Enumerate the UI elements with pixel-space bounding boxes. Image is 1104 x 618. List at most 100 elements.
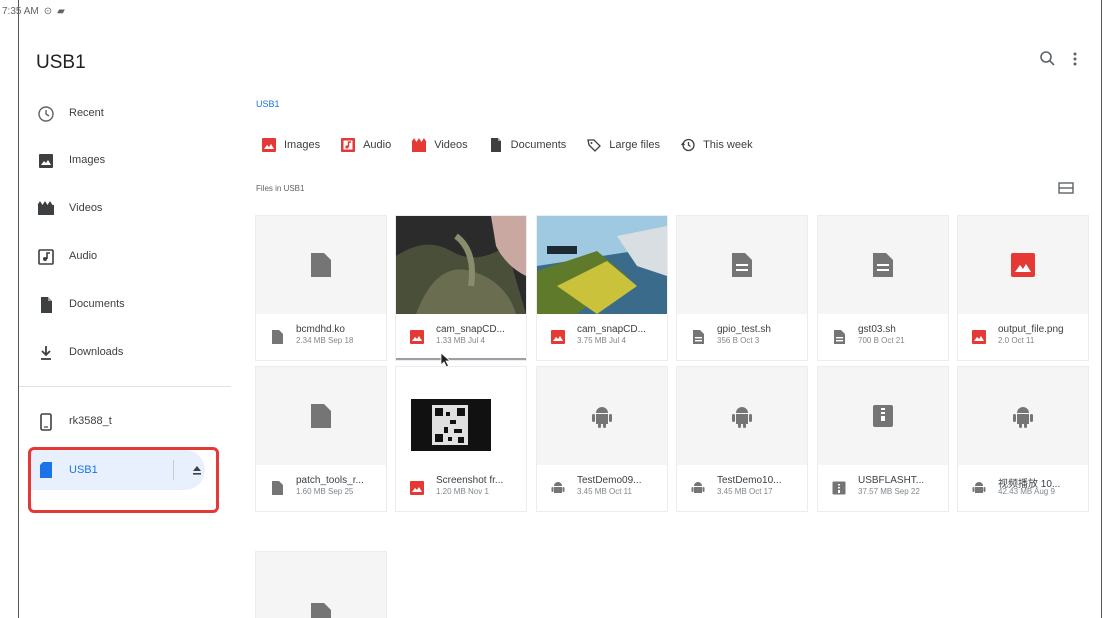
file-name: USBFLASHT... <box>858 475 925 486</box>
sidebar-item-recent[interactable]: Recent <box>19 98 231 130</box>
chip-label: Audio <box>363 139 392 151</box>
chip-label: Images <box>284 139 321 151</box>
image-icon <box>410 481 424 495</box>
chip-images[interactable]: Images <box>261 137 320 153</box>
file-meta: Screenshot fr... 1.20 MB Nov 1 <box>396 465 526 511</box>
android-icon <box>1013 407 1033 428</box>
status-time: 7:35 AM <box>2 5 39 17</box>
file-meta: patch_tools_r... 1.60 MB Sep 25 <box>256 465 386 511</box>
file-name: output_file.png <box>998 324 1064 335</box>
file-meta: 视频播放 10... 42.43 MB Aug 9 <box>958 465 1088 511</box>
image-icon <box>551 330 565 344</box>
file-meta: cam_snapCD... 3.75 MB Jul 4 <box>537 314 667 360</box>
breadcrumb[interactable]: USB1 <box>256 99 280 109</box>
file-name: TestDemo10... <box>717 475 782 486</box>
sidebar-item-label: Documents <box>69 298 125 310</box>
file-name: cam_snapCD... <box>577 324 646 335</box>
file-card[interactable]: patch_tools_r... 1.60 MB Sep 25 <box>255 366 387 512</box>
document-icon <box>490 138 501 152</box>
android-icon <box>691 482 705 493</box>
file-name: gpio_test.sh <box>717 324 771 335</box>
app-bar: USB1 <box>19 22 1101 92</box>
chip-audio[interactable]: Audio <box>340 137 391 153</box>
history-icon <box>681 138 695 152</box>
file-card[interactable]: cam_snapCD... 3.75 MB Jul 4 <box>536 215 668 361</box>
filter-chips: Images Audio Videos Documents Large file… <box>261 132 773 158</box>
file-info: 1.60 MB Sep 25 <box>296 487 354 496</box>
file-info: 2.0 Oct 11 <box>998 336 1035 345</box>
file-name: cam_snapCD... <box>436 324 505 335</box>
download-icon <box>41 346 51 360</box>
file-icon <box>311 603 331 618</box>
videos-icon <box>37 201 54 215</box>
document-icon <box>732 253 752 277</box>
file-card[interactable]: Screenshot fr... 1.20 MB Nov 1 <box>395 366 527 512</box>
file-thumbnail <box>396 216 526 314</box>
file-name: bcmdhd.ko <box>296 324 345 335</box>
clock-icon <box>38 106 54 122</box>
file-info: 1.33 MB Jul 4 <box>436 336 485 345</box>
file-thumbnail <box>256 552 386 618</box>
chip-this-week[interactable]: This week <box>680 137 753 153</box>
file-card[interactable]: TestDemo09... 3.45 MB Oct 11 <box>536 366 668 512</box>
sidebar-item-audio[interactable]: Audio <box>19 241 231 273</box>
chip-documents[interactable]: Documents <box>488 137 566 153</box>
document-icon <box>873 253 893 277</box>
chip-label: Large files <box>609 139 661 151</box>
file-thumbnail <box>818 216 948 314</box>
sidebar: Recent Images Videos Audio Documents Dow… <box>19 92 231 618</box>
file-name: patch_tools_r... <box>296 475 364 486</box>
file-meta: output_file.png 2.0 Oct 11 <box>958 314 1088 360</box>
search-icon <box>1040 51 1055 66</box>
sidebar-item-device-rk3588[interactable]: rk3588_t <box>19 406 231 438</box>
archive-icon <box>873 405 893 427</box>
audio-icon <box>38 249 54 265</box>
file-thumbnail <box>677 216 807 314</box>
sidebar-item-label: Videos <box>69 202 103 214</box>
image-icon <box>39 154 53 168</box>
file-meta: cam_snapCD... 1.33 MB Jul 4 <box>396 314 526 360</box>
image-icon <box>1011 253 1035 277</box>
document-icon <box>693 330 704 344</box>
file-meta: TestDemo10... 3.45 MB Oct 17 <box>677 465 807 511</box>
archive-icon <box>832 481 846 495</box>
chip-videos[interactable]: Videos <box>411 137 468 153</box>
chip-large-files[interactable]: Large files <box>586 137 660 153</box>
file-card[interactable]: TestDemo10... 3.45 MB Oct 17 <box>676 366 808 512</box>
screenshot-thumbnail <box>411 399 491 451</box>
android-icon <box>592 407 612 428</box>
file-card[interactable]: cam_snapCD... 1.33 MB Jul 4 <box>395 215 527 361</box>
chip-label: This week <box>703 139 753 151</box>
sidebar-item-label: Downloads <box>69 346 124 358</box>
file-card[interactable]: bcmdhd.ko 2.34 MB Sep 18 <box>255 215 387 361</box>
file-info: 3.45 MB Oct 17 <box>717 487 773 496</box>
view-toggle-button[interactable] <box>1057 180 1075 196</box>
file-card[interactable]: 视频播放 10... 42.43 MB Aug 9 <box>957 366 1089 512</box>
file-card[interactable]: output_file.png 2.0 Oct 11 <box>957 215 1089 361</box>
file-card[interactable]: gst03.sh 700 B Oct 21 <box>817 215 949 361</box>
file-meta: gst03.sh 700 B Oct 21 <box>818 314 948 360</box>
search-button[interactable] <box>1036 47 1060 71</box>
sidebar-item-documents[interactable]: Documents <box>19 289 231 321</box>
photo-thumbnail <box>396 216 526 314</box>
file-card[interactable]: USBFLASHT... 37.57 MB Sep 22 <box>817 366 949 512</box>
file-card[interactable] <box>255 551 387 618</box>
more-options-button[interactable] <box>1063 47 1087 71</box>
android-icon <box>732 407 752 428</box>
file-info: 700 B Oct 21 <box>858 336 905 345</box>
file-name: Screenshot fr... <box>436 475 504 486</box>
file-thumbnail <box>256 367 386 465</box>
sidebar-item-images[interactable]: Images <box>19 145 231 177</box>
file-meta: gpio_test.sh 356 B Oct 3 <box>677 314 807 360</box>
file-info: 37.57 MB Sep 22 <box>858 487 920 496</box>
sidebar-item-downloads[interactable]: Downloads <box>19 337 231 369</box>
sidebar-item-videos[interactable]: Videos <box>19 193 231 225</box>
file-info: 356 B Oct 3 <box>717 336 760 345</box>
sidebar-divider <box>19 386 231 387</box>
file-info: 3.45 MB Oct 11 <box>577 487 632 496</box>
file-card[interactable]: gpio_test.sh 356 B Oct 3 <box>676 215 808 361</box>
photo-thumbnail <box>537 216 667 314</box>
image-icon <box>262 138 276 152</box>
file-meta: bcmdhd.ko 2.34 MB Sep 18 <box>256 314 386 360</box>
file-thumbnail <box>958 216 1088 314</box>
